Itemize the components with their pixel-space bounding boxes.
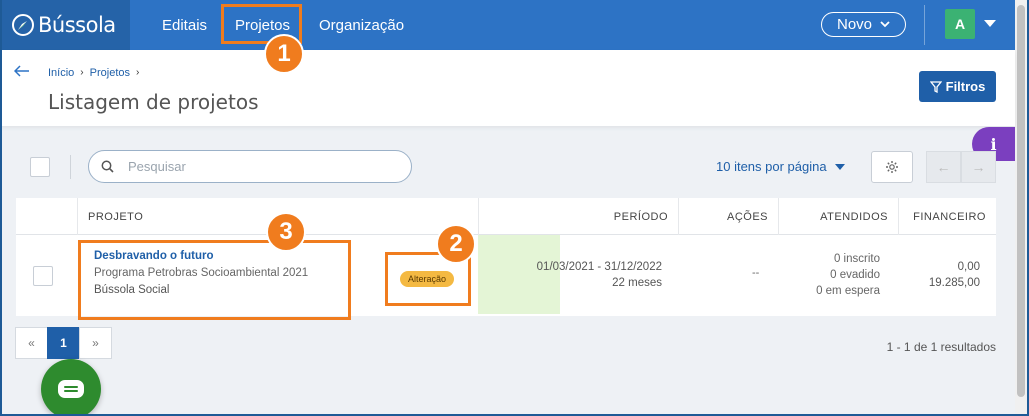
period-duration: 22 meses — [612, 277, 662, 289]
next-page-arrow-icon[interactable]: → — [961, 151, 996, 183]
column-header-atendidos: ATENDIDOS — [778, 198, 898, 235]
brand-logo[interactable]: Bússola — [0, 0, 130, 50]
financeiro-cell: 0,00 19.285,00 — [929, 259, 980, 291]
page-title: Listagem de projetos — [48, 90, 259, 114]
period-cell: 01/03/2021 - 31/12/2022 22 meses — [537, 259, 662, 291]
pagination-page-1[interactable]: 1 — [47, 327, 80, 359]
period-range: 01/03/2021 - 31/12/2022 — [536, 261, 662, 273]
chat-icon — [58, 380, 84, 398]
breadcrumb: Início › Projetos › — [48, 67, 139, 79]
annotation-box-3 — [78, 240, 351, 320]
nav-editais[interactable]: Editais — [162, 0, 207, 50]
back-arrow-icon[interactable] — [13, 64, 30, 82]
avatar[interactable]: A — [945, 9, 975, 39]
chevron-down-icon — [880, 21, 890, 28]
toolbar-divider — [70, 155, 71, 179]
breadcrumb-separator-icon: › — [80, 67, 84, 78]
user-menu-caret-icon[interactable] — [984, 20, 996, 27]
novo-button[interactable]: Novo — [821, 12, 906, 37]
filter-icon — [929, 80, 942, 93]
atendidos-espera: 0 em espera — [816, 285, 880, 297]
table-header: PROJETO PERÍODO AÇÕES ATENDIDOS FINANCEI… — [16, 198, 996, 235]
row-checkbox[interactable] — [33, 266, 53, 286]
column-header-acoes: AÇÕES — [678, 198, 778, 235]
breadcrumb-separator-icon: › — [136, 67, 140, 78]
pagination-prev[interactable]: « — [15, 327, 48, 359]
novo-label: Novo — [836, 16, 873, 33]
per-page-select[interactable]: 10 itens por página — [716, 159, 845, 174]
page-arrows: ← → — [926, 151, 996, 183]
atendidos-inscrito: 0 inscrito — [833, 253, 880, 265]
search-box[interactable] — [88, 150, 412, 183]
per-page-label: 10 itens por página — [716, 159, 827, 174]
nav-divider — [924, 5, 925, 45]
compass-icon — [12, 14, 34, 36]
filtros-label: Filtros — [945, 79, 986, 94]
header-checkbox-cell — [16, 198, 77, 235]
pagination-next[interactable]: » — [79, 327, 112, 359]
search-icon — [101, 160, 114, 173]
scrollbar-thumb[interactable] — [1017, 5, 1025, 397]
filtros-button[interactable]: Filtros — [919, 71, 996, 102]
atendidos-cell: 0 inscrito 0 evadido 0 em espera — [816, 251, 880, 299]
column-header-financeiro: FINANCEIRO — [898, 198, 996, 235]
top-navbar: Bússola Editais Projetos Organização Nov… — [0, 0, 1015, 50]
breadcrumb-inicio[interactable]: Início — [48, 67, 74, 79]
brand-name: Bússola — [38, 13, 116, 37]
financeiro-value-1: 0,00 — [957, 261, 980, 273]
search-input[interactable] — [128, 159, 388, 174]
atendidos-evadido: 0 evadido — [830, 269, 880, 281]
select-all-checkbox[interactable] — [30, 157, 50, 177]
acoes-cell: -- — [752, 267, 760, 279]
annotation-number-2: 2 — [436, 224, 476, 264]
nav-organizacao[interactable]: Organização — [319, 0, 404, 50]
scrollbar[interactable] — [1015, 0, 1027, 416]
results-count: 1 - 1 de 1 resultados — [886, 340, 996, 354]
settings-button[interactable] — [871, 151, 913, 183]
annotation-number-3: 3 — [266, 212, 306, 252]
page-header: Início › Projetos › Listagem de projetos… — [0, 50, 1015, 126]
pagination: « 1 » — [15, 327, 112, 359]
breadcrumb-projetos[interactable]: Projetos — [90, 67, 130, 79]
financeiro-value-2: 19.285,00 — [928, 277, 980, 289]
chat-button[interactable] — [41, 359, 101, 416]
column-header-periodo: PERÍODO — [478, 198, 678, 235]
annotation-number-1: 1 — [264, 34, 304, 74]
gear-icon — [886, 161, 898, 173]
prev-page-arrow-icon[interactable]: ← — [926, 151, 961, 183]
caret-down-icon — [834, 163, 845, 170]
